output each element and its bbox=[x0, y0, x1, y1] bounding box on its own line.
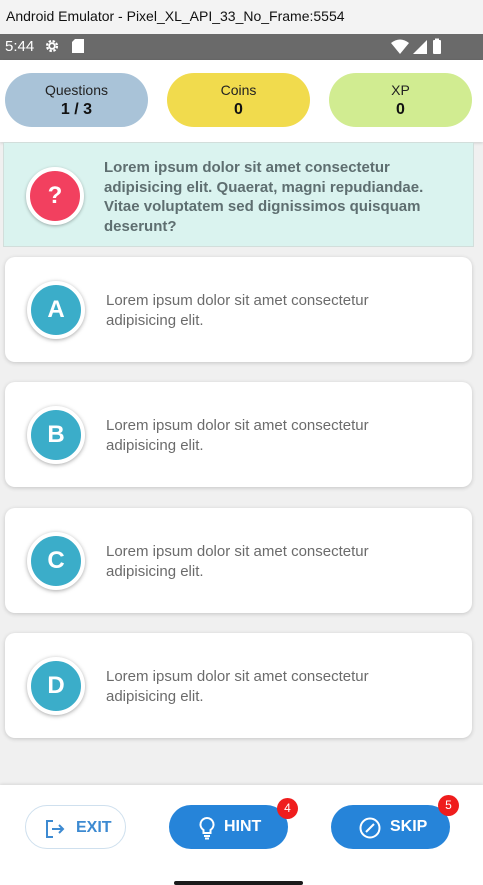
xp-counter: XP 0 bbox=[329, 73, 472, 127]
question-text: Lorem ipsum dolor sit amet consectetur a… bbox=[104, 159, 424, 235]
battery-icon bbox=[433, 40, 441, 54]
stats-bar: Questions 1 / 3 Coins 0 XP 0 bbox=[0, 60, 483, 142]
coins-label: Coins bbox=[220, 82, 257, 98]
option-letter-badge: A bbox=[27, 281, 85, 339]
status-icons bbox=[391, 38, 441, 54]
questions-value: 1 / 3 bbox=[60, 101, 93, 118]
skip-icon bbox=[359, 817, 381, 839]
question-mark-icon: ? bbox=[26, 167, 84, 225]
window-title: Android Emulator - Pixel_XL_API_33_No_Fr… bbox=[0, 0, 483, 34]
option-letter-badge: B bbox=[27, 406, 85, 464]
gear-icon bbox=[45, 39, 59, 53]
skip-label: SKIP bbox=[390, 818, 428, 835]
coins-counter: Coins 0 bbox=[167, 73, 310, 127]
action-bar: EXIT HINT 4 SKIP 5 bbox=[0, 785, 483, 870]
hint-count-badge: 4 bbox=[277, 798, 298, 819]
option-text: Lorem ipsum dolor sit amet consectetur a… bbox=[106, 417, 369, 454]
option-letter-badge: C bbox=[27, 532, 85, 590]
option-text: Lorem ipsum dolor sit amet consectetur a… bbox=[106, 543, 369, 580]
option-a[interactable]: A Lorem ipsum dolor sit amet consectetur… bbox=[5, 257, 472, 362]
sd-card-icon bbox=[72, 39, 84, 53]
xp-value: 0 bbox=[396, 101, 405, 118]
status-bar: 5:44 bbox=[0, 34, 483, 60]
exit-label: EXIT bbox=[76, 819, 112, 836]
option-text: Lorem ipsum dolor sit amet consectetur a… bbox=[106, 292, 369, 329]
option-d[interactable]: D Lorem ipsum dolor sit amet consectetur… bbox=[5, 633, 472, 738]
lightbulb-icon bbox=[199, 816, 215, 840]
questions-counter: Questions 1 / 3 bbox=[5, 73, 148, 127]
xp-label: XP bbox=[391, 82, 410, 98]
exit-button[interactable]: EXIT bbox=[25, 805, 126, 849]
question-card: ? Lorem ipsum dolor sit amet consectetur… bbox=[3, 142, 474, 247]
status-time: 5:44 bbox=[5, 38, 35, 55]
coins-value: 0 bbox=[234, 101, 243, 118]
option-b[interactable]: B Lorem ipsum dolor sit amet consectetur… bbox=[5, 382, 472, 487]
navigation-bar bbox=[0, 870, 483, 885]
exit-icon bbox=[46, 820, 65, 838]
hint-label: HINT bbox=[224, 818, 262, 835]
option-c[interactable]: C Lorem ipsum dolor sit amet consectetur… bbox=[5, 508, 472, 613]
option-letter-badge: D bbox=[27, 657, 85, 715]
skip-button[interactable]: SKIP 5 bbox=[331, 795, 459, 849]
option-text: Lorem ipsum dolor sit amet consectetur a… bbox=[106, 668, 369, 705]
signal-icon bbox=[413, 40, 427, 54]
skip-count-badge: 5 bbox=[438, 795, 459, 816]
hint-button[interactable]: HINT 4 bbox=[169, 798, 298, 849]
wifi-icon bbox=[391, 39, 409, 54]
questions-label: Questions bbox=[44, 82, 109, 98]
home-gesture-handle[interactable] bbox=[174, 881, 303, 885]
